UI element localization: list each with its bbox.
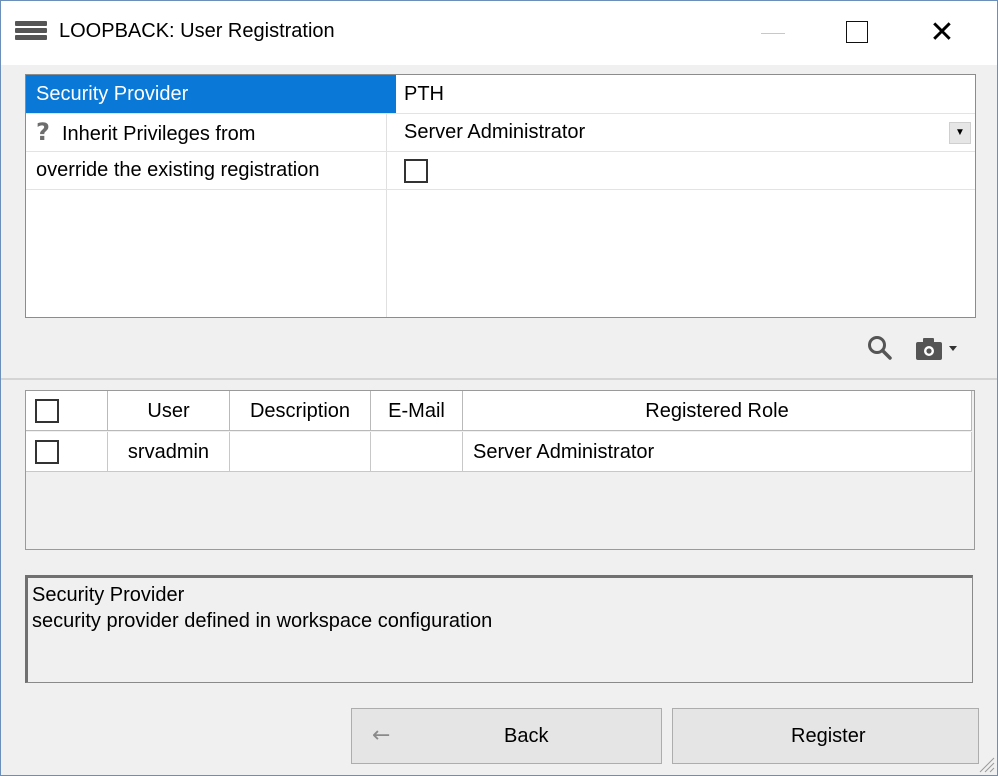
column-header-user[interactable]: User <box>108 391 230 431</box>
search-icon[interactable] <box>867 335 893 361</box>
register-button[interactable]: Register <box>672 708 979 764</box>
dropdown-arrow-icon[interactable]: ▼ <box>949 122 971 144</box>
back-arrow-icon: ← <box>372 723 391 748</box>
maximize-button[interactable] <box>833 15 879 51</box>
camera-menu-button[interactable] <box>915 337 961 361</box>
maximize-icon <box>846 21 868 43</box>
close-button[interactable]: ✕ <box>919 15 965 51</box>
property-grid: Security Provider PTH ? Inherit Privilege… <box>25 74 976 318</box>
description-title: Security Provider <box>32 584 185 606</box>
property-row-inherit-privileges[interactable]: ? Inherit Privileges from Server Administ… <box>26 113 975 152</box>
override-checkbox[interactable] <box>404 159 428 183</box>
table-cell-email[interactable] <box>371 432 463 472</box>
back-button[interactable]: ← Back <box>351 708 662 764</box>
user-table: User Description E-Mail Registered Role … <box>25 390 975 550</box>
table-cell-description[interactable] <box>230 432 371 472</box>
minimize-button[interactable] <box>751 15 797 51</box>
app-icon <box>15 21 47 45</box>
property-label-security-provider[interactable]: Security Provider <box>26 75 396 113</box>
table-cell-registered-role[interactable]: Server Administrator <box>463 432 972 472</box>
select-all-checkbox[interactable] <box>35 399 59 423</box>
security-provider-value: PTH <box>404 83 444 105</box>
description-panel: Security Provider security provider defi… <box>25 575 973 683</box>
chevron-down-icon <box>949 346 957 351</box>
property-value-override[interactable] <box>396 151 975 189</box>
property-row-override[interactable]: override the existing registration <box>26 151 975 190</box>
property-row-security-provider[interactable]: Security Provider PTH <box>26 75 975 114</box>
section-divider <box>1 378 997 380</box>
select-all-header[interactable] <box>26 391 108 431</box>
minimize-icon <box>761 33 785 34</box>
column-header-email[interactable]: E-Mail <box>371 391 463 431</box>
inherit-privileges-value: Server Administrator <box>404 121 586 143</box>
title-bar[interactable]: LOOPBACK: User Registration ✕ <box>1 1 997 65</box>
resize-grip-icon[interactable] <box>975 753 995 773</box>
register-button-label: Register <box>791 725 866 747</box>
inherit-privileges-label: Inherit Privileges from <box>62 123 256 145</box>
close-icon: ✕ <box>929 15 955 50</box>
row-checkbox[interactable] <box>35 440 59 464</box>
property-value-security-provider[interactable]: PTH <box>396 75 975 113</box>
description-text: security provider defined in workspace c… <box>32 610 493 632</box>
property-label-inherit-privileges[interactable]: ? Inherit Privileges from <box>26 113 396 151</box>
question-icon: ? <box>36 118 50 146</box>
table-row-checkbox-cell[interactable] <box>26 432 108 472</box>
camera-icon <box>916 338 942 360</box>
back-button-label: Back <box>504 725 549 747</box>
window-title: LOOPBACK: User Registration <box>59 20 335 42</box>
column-header-registered-role[interactable]: Registered Role <box>463 391 972 431</box>
inherit-privileges-dropdown[interactable]: Server Administrator ▼ <box>396 113 975 151</box>
user-registration-window: LOOPBACK: User Registration ✕ Security P… <box>0 0 998 776</box>
table-cell-user[interactable]: srvadmin <box>108 432 230 472</box>
property-label-override[interactable]: override the existing registration <box>26 151 396 189</box>
column-header-description[interactable]: Description <box>230 391 371 431</box>
